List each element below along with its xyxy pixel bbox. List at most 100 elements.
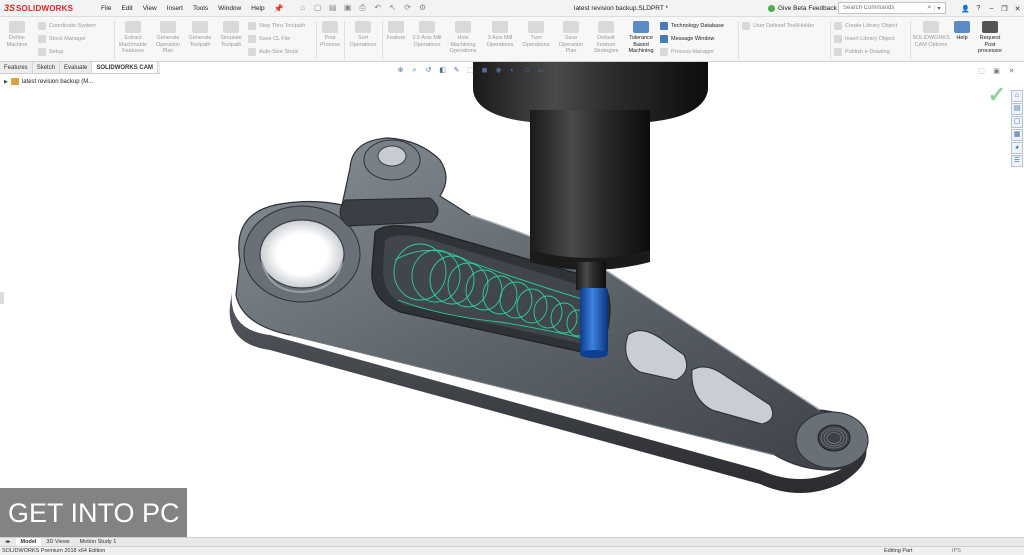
print-icon[interactable]: ⎙ (358, 3, 368, 13)
select-icon[interactable]: ↖ (388, 3, 398, 13)
tech-db-label: Technology Database (671, 22, 724, 29)
insert-library-item[interactable]: Insert Library Object (834, 32, 897, 45)
setup-label: Setup (49, 48, 64, 55)
zoom-fit-icon[interactable]: ⊕ (396, 66, 405, 75)
design-library-icon[interactable]: ▤ (1011, 103, 1023, 115)
auto-size-item[interactable]: Auto-Size Stock (248, 45, 305, 58)
part-render (229, 62, 869, 493)
restore-button[interactable]: ❐ (998, 5, 1011, 13)
pin-icon[interactable]: 📌 (274, 4, 284, 13)
view-orientation-icon[interactable]: ⬚ (466, 66, 475, 75)
menu-insert[interactable]: Insert (162, 0, 188, 17)
database-icon (660, 21, 668, 30)
save-icon[interactable]: ▣ (343, 3, 353, 13)
beta-feedback[interactable]: Give Beta Feedback (768, 0, 837, 17)
feature-button[interactable]: Feature (383, 21, 409, 42)
resources-icon[interactable]: ⌂ (1011, 90, 1023, 102)
menu-file[interactable]: File (96, 0, 116, 17)
apply-scene-icon[interactable]: ◇ (522, 66, 531, 75)
coordinate-system-item[interactable]: Coordinate System (38, 19, 96, 32)
save-cl-item[interactable]: Save CL File (248, 32, 305, 45)
home-icon[interactable]: ⌂ (298, 3, 308, 13)
extract-features-button[interactable]: Extract Machinable Features (116, 21, 150, 55)
generate-operation-plan-button[interactable]: Generate Operation Plan (152, 21, 184, 55)
default-feature-strategies-button[interactable]: Default Feature Strategies (590, 21, 622, 55)
menu-help[interactable]: Help (246, 0, 269, 17)
generate-toolpath-button[interactable]: Generate Toolpath (185, 21, 215, 48)
view-settings-icon[interactable]: ▭ (536, 66, 545, 75)
chevron-down-icon[interactable]: ▾ (934, 4, 943, 12)
mill3-label: 3 Axis Mill Operations (486, 35, 514, 48)
solidworks-logo[interactable]: 3S SOLIDWORKS (4, 3, 88, 13)
confirm-check-icon[interactable]: ✓ (988, 82, 1006, 108)
restore-viewport-icon[interactable]: ▣ (992, 67, 1001, 75)
dynamic-annotation-icon[interactable]: ✎ (452, 66, 461, 75)
graphics-area[interactable] (0, 62, 1024, 537)
minimize-button[interactable]: – (985, 5, 998, 12)
mill-icon (419, 21, 435, 33)
options-icon[interactable]: ⚙ (418, 3, 428, 13)
rebuild-icon[interactable]: ⟳ (403, 3, 413, 13)
search-box[interactable]: ⌕ ▾ (838, 2, 946, 14)
technology-database-item[interactable]: Technology Database (660, 19, 724, 32)
file-explorer-icon[interactable]: ▢ (1011, 116, 1023, 128)
zoom-area-icon[interactable]: ⌕ (410, 66, 419, 75)
menu-tools[interactable]: Tools (188, 0, 213, 17)
mill-25-button[interactable]: 2.5 Axis Mill Operations (410, 21, 444, 48)
title-bar: 3S SOLIDWORKS File Edit View Insert Tool… (0, 0, 1024, 17)
search-icon[interactable]: ⌕ (925, 4, 934, 12)
gear-icon (923, 21, 939, 33)
request-post-button[interactable]: Request Post processor (974, 21, 1006, 55)
edit-appearance-icon[interactable]: ◐ (508, 66, 517, 75)
close-button[interactable]: ✕ (1011, 5, 1024, 13)
define-machine-button[interactable]: Define Machine (2, 21, 32, 48)
menu-window[interactable]: Window (213, 0, 246, 17)
search-input[interactable] (839, 3, 925, 13)
tab-solidworks-cam[interactable]: SOLIDWORKS CAM (92, 62, 159, 73)
feature-tree[interactable]: ▶ latest revision backup (M... (4, 78, 93, 85)
help-ribbon-button[interactable]: Help (952, 21, 972, 42)
user-tool-item[interactable]: User Defined Tool/Holder (742, 19, 814, 32)
turn-operations-button[interactable]: Turn Operations (520, 21, 552, 48)
cam-options-button[interactable]: SOLIDWORKS CAM Options (911, 21, 951, 48)
step-thru-item[interactable]: Step Thru Toolpath (248, 19, 305, 32)
account-icon[interactable]: 👤 (959, 5, 972, 13)
setup-item[interactable]: Setup (38, 45, 96, 58)
coordinate-system-label: Coordinate System (49, 22, 96, 29)
tab-evaluate[interactable]: Evaluate (60, 62, 93, 73)
panel-resize-handle[interactable] (0, 292, 4, 304)
open-icon[interactable]: ▤ (328, 3, 338, 13)
tab-sketch[interactable]: Sketch (33, 62, 61, 73)
close-viewport-icon[interactable]: ✕ (1007, 67, 1016, 75)
sort-operations-button[interactable]: Sort Operations (346, 21, 380, 48)
expand-arrow-icon[interactable]: ▶ (4, 79, 8, 85)
help-button[interactable]: ? (972, 5, 985, 12)
display-style-icon[interactable]: ◼ (480, 66, 489, 75)
hide-show-icon[interactable]: ◉ (494, 66, 503, 75)
simulate-toolpath-button[interactable]: Simulate Toolpath (216, 21, 246, 48)
section-view-icon[interactable]: ◧ (438, 66, 447, 75)
tolerance-based-machining-button[interactable]: Tolerance Based Machining (624, 21, 658, 55)
units-label[interactable]: IPS (952, 547, 961, 555)
stock-manager-item[interactable]: Stock Manager (38, 32, 96, 45)
user-tool-label: User Defined Tool/Holder (753, 22, 815, 29)
new-doc-icon[interactable]: ▢ (313, 3, 323, 13)
auto-size-label: Auto-Size Stock (259, 48, 299, 55)
tab-features[interactable]: Features (0, 62, 33, 73)
maximize-viewport-icon[interactable]: ⬚ (977, 67, 986, 75)
message-window-item[interactable]: Message Window (660, 32, 724, 45)
process-manager-item[interactable]: Process Manager (660, 45, 724, 58)
hole-machining-button[interactable]: Hole Machining Operations (446, 21, 480, 55)
save-operation-plan-button[interactable]: Save Operation Plan (554, 21, 588, 55)
post-process-button[interactable]: Post Process (318, 21, 342, 48)
menu-view[interactable]: View (138, 0, 162, 17)
undo-icon[interactable]: ↶ (373, 3, 383, 13)
view-palette-icon[interactable]: ▦ (1011, 129, 1023, 141)
mill-3-button[interactable]: 3 Axis Mill Operations (482, 21, 518, 48)
publish-item[interactable]: Publish e-Drawing (834, 45, 897, 58)
create-library-item[interactable]: Create Library Object (834, 19, 897, 32)
menu-edit[interactable]: Edit (116, 0, 137, 17)
custom-properties-icon[interactable]: ☰ (1011, 155, 1023, 167)
appearances-icon[interactable]: ◕ (1011, 142, 1023, 154)
previous-view-icon[interactable]: ↺ (424, 66, 433, 75)
